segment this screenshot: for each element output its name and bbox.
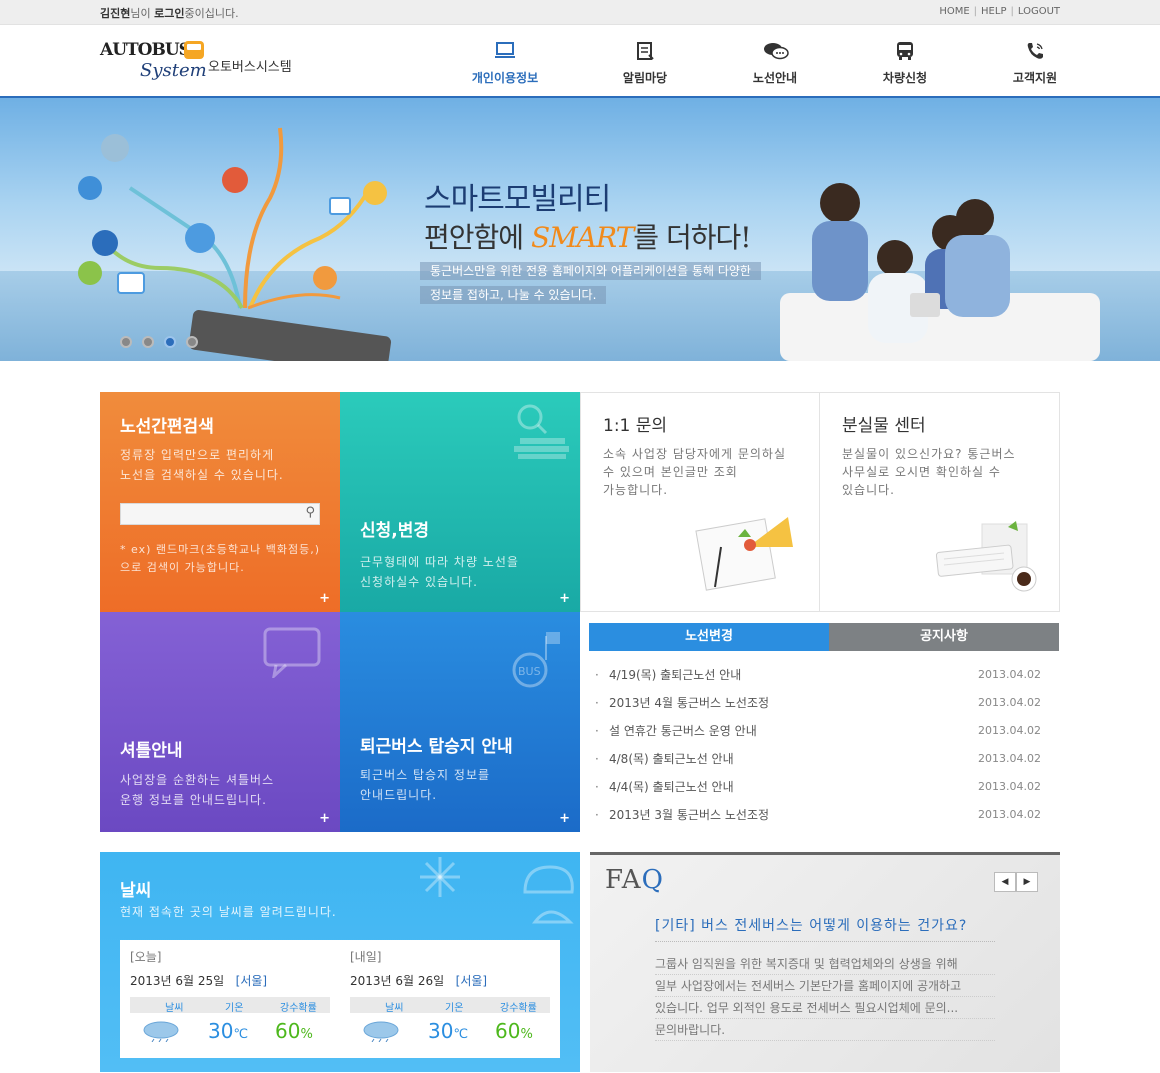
weather-columns: 날씨 기온 강수확률: [350, 997, 550, 1014]
people-illustration: [780, 183, 1100, 361]
monitor-icon: [493, 41, 517, 63]
banner-headline: 스마트모빌리티: [424, 182, 611, 217]
list-item[interactable]: · 설 연휴간 통근버스 운영 안내 2013.04.02: [589, 717, 1059, 745]
banner-desc-1: 통근버스만을 위한 전용 홈페이지와 어플리케이션을 통해 다양한: [420, 262, 761, 280]
faq-panel: FAQ ◀ ▶ [기타] 버스 전세버스는 어떻게 이용하는 건가요? 그룹사 …: [590, 852, 1060, 1072]
faq-logo: FAQ: [605, 865, 664, 895]
magnifier-books-icon: [514, 404, 569, 459]
shuttle-title: 셔틀안내: [120, 741, 183, 761]
logout-link[interactable]: LOGOUT: [1018, 6, 1060, 17]
search-icon[interactable]: ⚲: [305, 505, 315, 520]
evening-bus-more-button[interactable]: +: [559, 811, 570, 826]
speech-bubble-icon: [263, 627, 321, 678]
inquiry-title: 1:1 문의: [603, 416, 668, 436]
list-item[interactable]: · 2013년 3월 통근버스 노선조정 2013.04.02: [589, 801, 1059, 829]
site-logo[interactable]: AUTOBUS System 오토버스시스템: [100, 40, 300, 85]
route-search-tile: 노선간편검색 정류장 입력만으로 편리하게 노선을 검색하실 수 있습니다. ⚲…: [100, 392, 340, 612]
route-search-input[interactable]: ⚲: [120, 503, 320, 525]
list-item[interactable]: · 4/19(목) 출퇴근노선 안내 2013.04.02: [589, 661, 1059, 689]
weather-forecast: [오늘] 2013년 6월 25일 [서울] 날씨 기온 강수확률 30℃ 60% …: [120, 940, 560, 1058]
faq-prev-button[interactable]: ◀: [994, 872, 1016, 892]
board-tabs: 노선변경 공지사항: [589, 623, 1059, 651]
slide-dot-2[interactable]: [142, 336, 154, 348]
help-link[interactable]: HELP: [981, 6, 1006, 17]
faq-question[interactable]: [기타] 버스 전세버스는 어떻게 이용하는 건가요?: [655, 915, 995, 942]
tab-route-change[interactable]: 노선변경: [589, 623, 829, 651]
list-item[interactable]: · 2013년 4월 통근버스 노선조정 2013.04.02: [589, 689, 1059, 717]
logo-autobus: AUTOBUS: [100, 40, 191, 60]
weather-panel: 날씨 현재 접속한 곳의 날씨를 알려드립니다. [오늘] 2013년 6월 2…: [100, 852, 580, 1072]
user-name: 김진현: [100, 7, 131, 20]
notepad-icon: [633, 41, 657, 63]
rain-cloud-icon: [143, 1021, 179, 1042]
inquiry-box[interactable]: 1:1 문의 소속 사업장 담당자에게 문의하실 수 있으며 본인글만 조회 가능합…: [580, 392, 820, 612]
nav-item-vehicle-request[interactable]: 차량신청: [840, 41, 970, 86]
slide-dot-4[interactable]: [186, 336, 198, 348]
weather-columns: 날씨 기온 강수확률: [130, 997, 330, 1014]
slide-dot-1[interactable]: [120, 336, 132, 348]
banner-desc-2: 정보를 접하고, 나눌 수 있습니다.: [420, 286, 607, 304]
rain-cloud-icon: [363, 1021, 399, 1042]
tech-tree-illustration: [78, 127, 392, 361]
lost-found-title: 분실물 센터: [842, 416, 926, 436]
nav-item-route-guide[interactable]: 노선안내: [710, 41, 840, 86]
board-list: · 4/19(목) 출퇴근노선 안내 2013.04.02 · 2013년 4월 통근…: [589, 661, 1059, 829]
login-status: 김진현님이 로그인중이십니다.: [100, 7, 239, 20]
nav-item-customer-support[interactable]: 고객지원: [970, 41, 1100, 86]
weather-decor-icon: [420, 857, 574, 924]
header: AUTOBUS System 오토버스시스템 개인이용정보 알림마당 노선안내 …: [0, 25, 1160, 98]
hero-banner: 스마트모빌리티 편안함에 SMART를 더하다! 통근버스만을 위한 전용 홈페…: [0, 98, 1160, 361]
slider-dots: [120, 333, 208, 352]
evening-bus-tile[interactable]: BUS 퇴근버스 탑승지 안내 퇴근버스 탑승지 정보를 안내드립니다. +: [340, 612, 580, 832]
banner-subheadline: 편안함에 SMART를 더하다!: [424, 221, 752, 254]
logo-korean: 오토버스시스템: [208, 60, 292, 75]
home-link[interactable]: HOME: [939, 6, 969, 17]
main-nav: 개인이용정보 알림마당 노선안내 차량신청 고객지원: [440, 41, 1080, 91]
shuttle-tile[interactable]: 셔틀안내 사업장을 순환하는 셔틀버스 운행 정보를 안내드립니다. +: [100, 612, 340, 832]
top-links: HOME | HELP | LOGOUT: [939, 6, 1060, 17]
weather-title: 날씨: [120, 881, 152, 901]
list-item[interactable]: · 4/4(목) 출퇴근노선 안내 2013.04.02: [589, 773, 1059, 801]
route-search-title: 노선간편검색: [120, 417, 214, 437]
keyboard-coffee-icon: [935, 521, 1037, 592]
evening-bus-title: 퇴근버스 탑승지 안내: [360, 737, 513, 757]
weather-tomorrow: [내일] 2013년 6월 26일 [서울] 날씨 기온 강수확률 30℃ 60%: [340, 940, 550, 1058]
nav-item-personal-info[interactable]: 개인이용정보: [440, 41, 570, 86]
nav-item-notice[interactable]: 알림마당: [580, 41, 710, 86]
lost-found-desc: 분실물이 있으신가요? 통근버스 사무실로 오시면 확인하실 수 있습니다.: [842, 447, 1016, 497]
apply-change-more-button[interactable]: +: [559, 591, 570, 606]
chat-bubble-icon: [763, 41, 789, 63]
slide-dot-3[interactable]: [164, 336, 176, 348]
inquiry-desc: 소속 사업장 담당자에게 문의하실 수 있으며 본인글만 조회 가능합니다.: [603, 447, 787, 497]
faq-next-button[interactable]: ▶: [1016, 872, 1038, 892]
phone-icon: [1023, 41, 1047, 63]
logo-system: System: [140, 60, 207, 81]
route-search-more-button[interactable]: +: [319, 591, 330, 606]
tab-notice[interactable]: 공지사항: [829, 623, 1059, 651]
bus-logo-icon: [184, 41, 204, 59]
top-bar: 김진현님이 로그인중이십니다. HOME | HELP | LOGOUT: [0, 0, 1160, 25]
shuttle-more-button[interactable]: +: [319, 811, 330, 826]
weather-today: [오늘] 2013년 6월 25일 [서울] 날씨 기온 강수확률 30℃ 60%: [120, 940, 330, 1058]
list-item[interactable]: · 4/8(목) 출퇴근노선 안내 2013.04.02: [589, 745, 1059, 773]
apply-change-title: 신청,변경: [360, 521, 430, 541]
faq-answer: 그룹사 임직원을 위한 복지증대 및 협력업체와의 상생을 위해 일부 사업장에…: [655, 953, 995, 1041]
bus-stop-icon: BUS: [512, 632, 560, 688]
svg-text:BUS: BUS: [518, 665, 541, 678]
weather-desc: 현재 접속한 곳의 날씨를 알려드립니다.: [120, 905, 337, 919]
lost-found-box[interactable]: 분실물 센터 분실물이 있으신가요? 통근버스 사무실로 오시면 확인하실 수 있습…: [819, 392, 1060, 612]
bus-icon: [893, 41, 917, 63]
paper-megaphone-icon: [695, 517, 793, 591]
apply-change-tile[interactable]: 신청,변경 근무형태에 따라 차량 노선을 신청하실수 있습니다. +: [340, 392, 580, 612]
